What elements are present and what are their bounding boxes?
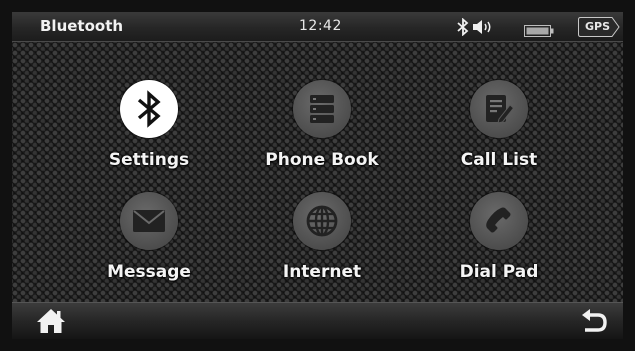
envelope-icon bbox=[120, 192, 178, 250]
menu-item-dial-pad[interactable]: Dial Pad bbox=[419, 192, 579, 302]
bluetooth-icon bbox=[120, 80, 178, 138]
screen: Bluetooth 12:42 GPS Settings Phone Book … bbox=[0, 0, 635, 351]
gps-badge[interactable]: GPS bbox=[578, 17, 620, 37]
menu-item-label: Phone Book bbox=[265, 150, 379, 170]
gps-label: GPS bbox=[585, 20, 611, 33]
battery-icon bbox=[524, 22, 554, 41]
menu-item-label: Call List bbox=[460, 150, 538, 170]
globe-icon bbox=[293, 192, 351, 250]
app-title: Bluetooth bbox=[40, 17, 124, 35]
bluetooth-status-icon bbox=[457, 17, 469, 40]
menu-item-message[interactable]: Message bbox=[69, 192, 229, 302]
menu-grid: Settings Phone Book Call List Message In… bbox=[12, 42, 623, 302]
menu-item-call-list[interactable]: Call List bbox=[419, 80, 579, 190]
call-list-icon bbox=[470, 80, 528, 138]
bottom-bar bbox=[12, 302, 623, 339]
home-icon bbox=[37, 309, 65, 333]
menu-item-phone-book[interactable]: Phone Book bbox=[242, 80, 402, 190]
device-frame: Bluetooth 12:42 GPS Settings Phone Book … bbox=[12, 12, 623, 339]
phone-handset-icon bbox=[470, 192, 528, 250]
menu-item-internet[interactable]: Internet bbox=[242, 192, 402, 302]
menu-item-label: Dial Pad bbox=[459, 262, 539, 282]
menu-item-label: Settings bbox=[108, 150, 190, 170]
menu-item-settings[interactable]: Settings bbox=[69, 80, 229, 190]
volume-icon bbox=[472, 18, 494, 40]
back-icon bbox=[582, 309, 607, 332]
menu-item-label: Internet bbox=[282, 262, 362, 282]
home-button[interactable] bbox=[36, 307, 66, 335]
phonebook-icon bbox=[293, 80, 351, 138]
clock: 12:42 bbox=[299, 18, 342, 34]
status-bar: Bluetooth 12:42 GPS bbox=[12, 12, 623, 42]
back-button[interactable] bbox=[579, 307, 609, 335]
menu-item-label: Message bbox=[107, 262, 191, 282]
